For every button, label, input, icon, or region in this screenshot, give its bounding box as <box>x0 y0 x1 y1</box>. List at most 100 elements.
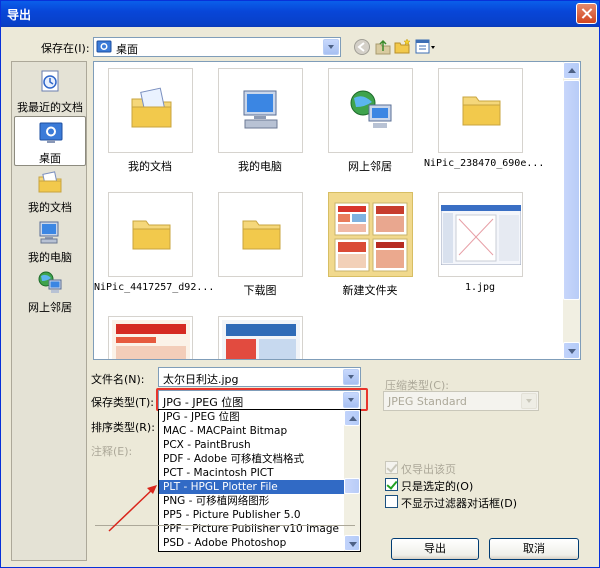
dropdown-option-selected[interactable]: PLT - HPGL Plotter File <box>159 480 345 494</box>
export-page-only-label: 仅导出该页 <box>401 463 456 476</box>
sort-type-label: 排序类型(R): <box>91 421 155 434</box>
export-page-only-checkbox[interactable] <box>385 461 398 474</box>
dropdown-option[interactable]: PP5 - Picture Publisher 5.0 <box>159 508 345 522</box>
file-item[interactable]: NiPic_238470_690e... <box>424 62 545 182</box>
places-bar: 我最近的文档 桌面 我的文档 我的电脑 网上邻居 <box>11 61 87 561</box>
file-label: 网上邻居 <box>348 160 392 173</box>
place-label: 网上邻居 <box>28 301 72 314</box>
dropdown-option[interactable]: MAC - MACPaint Bitmap <box>159 424 345 438</box>
place-my-computer[interactable]: 我的电脑 <box>14 216 86 266</box>
scroll-up-button[interactable] <box>344 410 360 426</box>
back-icon[interactable] <box>353 38 371 56</box>
my-computer-icon <box>243 90 278 129</box>
cancel-button[interactable]: 取消 <box>489 538 579 560</box>
file-thumbnail <box>108 192 193 277</box>
dropdown-option[interactable]: PCX - PaintBrush <box>159 438 345 452</box>
file-list[interactable]: 我的文档 我的电脑 网上邻居 NiPic_238470_690e... NiPi… <box>93 61 581 360</box>
up-folder-icon[interactable] <box>374 38 392 56</box>
file-thumbnail <box>218 316 303 359</box>
file-thumbnail <box>438 68 523 153</box>
place-desktop[interactable]: 桌面 <box>14 116 86 166</box>
file-label: 下载图 <box>243 284 277 297</box>
dropdown-scrollbar[interactable] <box>344 410 360 551</box>
file-thumbnail <box>328 192 413 277</box>
highlight-annotation <box>156 388 368 411</box>
dropdown-option[interactable]: PNG - 可移植网络图形 <box>159 494 345 508</box>
window-title: 导出 <box>7 8 32 22</box>
scroll-down-button[interactable] <box>344 535 360 551</box>
selected-only-checkbox[interactable] <box>385 478 398 491</box>
place-label: 桌面 <box>39 152 61 165</box>
view-menu-icon[interactable] <box>415 38 437 56</box>
place-label: 我最近的文档 <box>17 101 83 114</box>
scroll-up-button[interactable] <box>563 62 580 79</box>
image-thumbnail <box>441 205 521 265</box>
image-thumbnail <box>222 320 300 359</box>
file-thumbnail <box>328 68 413 153</box>
file-item[interactable]: 下载图 <box>204 186 314 306</box>
save-in-value: 桌面 <box>116 43 138 56</box>
annotation-arrow <box>108 485 157 532</box>
new-folder-icon[interactable] <box>394 38 412 56</box>
folder-icon <box>132 220 171 250</box>
network-places-icon <box>38 271 62 293</box>
scroll-down-button[interactable] <box>563 342 580 359</box>
dropdown-option[interactable]: PDF - Adobe 可移植文档格式 <box>159 452 345 466</box>
compression-combo[interactable]: JPEG Standard <box>383 391 539 411</box>
chevron-down-icon[interactable] <box>323 39 339 55</box>
save-in-combo[interactable]: 桌面 <box>93 37 341 57</box>
folder-preview-icon <box>334 202 408 272</box>
file-thumbnail <box>218 68 303 153</box>
file-item[interactable]: 我的文档 <box>94 62 204 182</box>
file-label: NiPic_238470_690e... <box>424 158 545 169</box>
save-in-label: 保存在(I): <box>41 42 90 55</box>
file-label: 1.jpg <box>464 282 496 293</box>
place-my-documents[interactable]: 我的文档 <box>14 166 86 216</box>
place-label: 我的电脑 <box>28 251 72 264</box>
file-item[interactable]: 新建文件夹 <box>314 186 424 306</box>
file-item[interactable] <box>204 310 314 359</box>
scroll-thumb[interactable] <box>563 80 580 300</box>
desktop-icon <box>96 40 112 53</box>
export-button[interactable]: 导出 <box>391 538 479 560</box>
compression-value: JPEG Standard <box>388 395 467 408</box>
network-places-icon <box>350 90 392 128</box>
recent-documents-icon <box>41 70 59 92</box>
dropdown-option[interactable]: JPG - JPEG 位图 <box>159 410 345 424</box>
file-item[interactable]: 我的电脑 <box>204 62 314 182</box>
file-thumbnail <box>438 192 523 277</box>
my-computer-icon <box>39 221 59 244</box>
filename-label: 文件名(N): <box>91 373 145 386</box>
file-thumbnail <box>218 192 303 277</box>
chevron-down-icon <box>521 393 537 409</box>
chevron-down-icon[interactable] <box>343 369 359 385</box>
dropdown-option[interactable]: PCT - Macintosh PICT <box>159 466 345 480</box>
file-label: 新建文件夹 <box>342 284 398 297</box>
no-filter-dialog-checkbox[interactable] <box>385 495 398 508</box>
dropdown-option[interactable]: PSD - Adobe Photoshop <box>159 536 345 550</box>
filename-value: 太尔日利达.jpg <box>163 373 239 386</box>
filename-combo[interactable]: 太尔日利达.jpg <box>158 367 361 387</box>
folder-icon <box>242 220 281 250</box>
file-item[interactable] <box>94 310 204 359</box>
file-item[interactable]: 网上邻居 <box>314 62 424 182</box>
my-documents-folder-icon <box>131 87 172 128</box>
file-item[interactable]: 1.jpg <box>424 186 534 306</box>
save-type-dropdown-list[interactable]: JPG - JPEG 位图 MAC - MACPaint Bitmap PCX … <box>158 409 361 552</box>
file-label: 我的文档 <box>128 160 172 173</box>
scroll-thumb[interactable] <box>344 478 360 494</box>
file-label: 我的电脑 <box>238 160 282 173</box>
file-thumbnail <box>108 316 193 359</box>
file-item[interactable]: NiPic_4417257_d92... <box>94 186 215 306</box>
title-bar[interactable]: 导出 <box>1 1 599 27</box>
no-filter-dialog-label: 不显示过滤器对话框(D) <box>401 497 518 510</box>
file-list-scrollbar[interactable] <box>563 62 580 359</box>
file-label: NiPic_4417257_d92... <box>94 282 215 293</box>
image-thumbnail <box>112 320 190 359</box>
place-recent-documents[interactable]: 我最近的文档 <box>14 66 86 116</box>
close-button[interactable] <box>576 3 597 24</box>
place-label: 我的文档 <box>28 201 72 214</box>
file-thumbnail <box>108 68 193 153</box>
place-network-places[interactable]: 网上邻居 <box>14 266 86 316</box>
export-dialog: 导出 保存在(I): 桌面 我最近的文档 桌面 我的文档 我的电脑 网上邻居 我… <box>0 0 600 568</box>
